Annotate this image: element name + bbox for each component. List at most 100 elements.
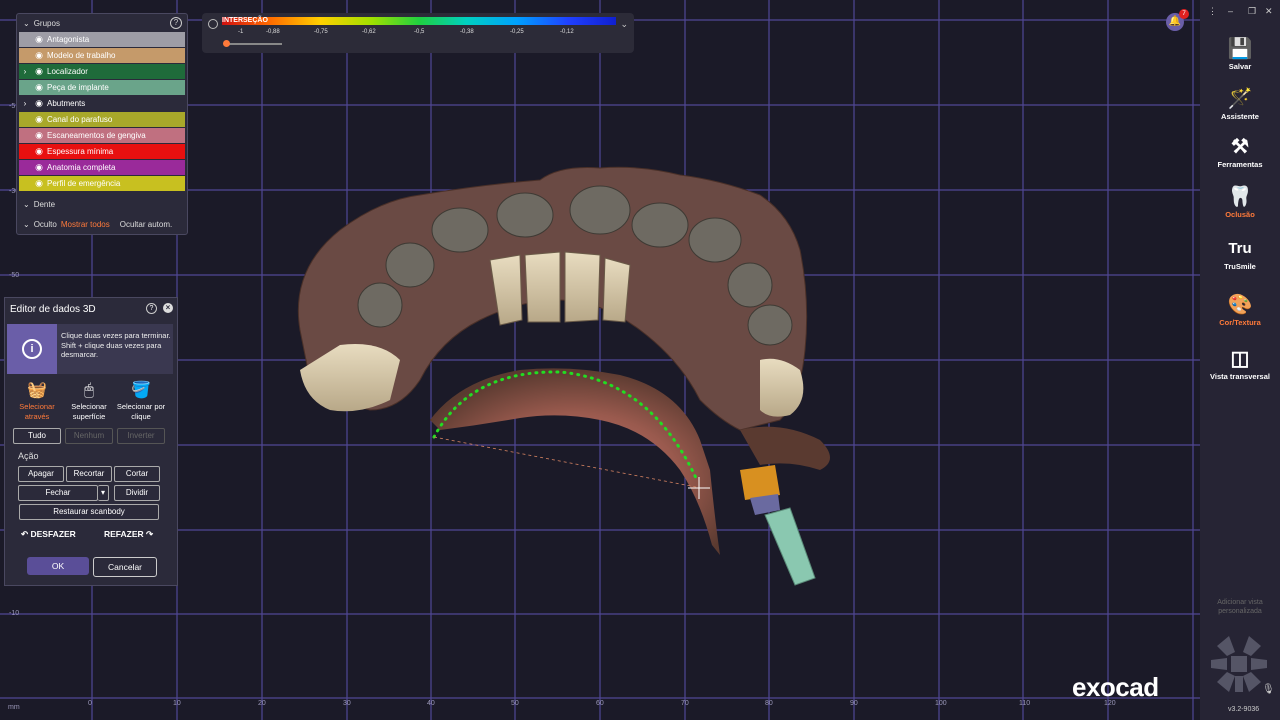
help-icon[interactable]: ? — [170, 17, 182, 29]
restore-scanbody-button[interactable]: Restaurar scanbody — [19, 504, 159, 520]
eye-icon[interactable]: ◉ — [31, 50, 47, 61]
x-axis-label: 110 — [1019, 700, 1031, 707]
auto-hide-link[interactable]: Ocultar autom. — [120, 220, 172, 229]
x-axis-label: 0 — [88, 700, 92, 707]
select-surface-button[interactable]: 🖱 Selecionar superfície — [63, 380, 115, 422]
restore-icon[interactable]: ❐ — [1248, 6, 1256, 17]
group-item[interactable]: › ◉ Abutments — [19, 96, 185, 111]
cancel-button[interactable]: Cancelar — [93, 557, 157, 577]
group-item[interactable]: ◉ Anatomia completa — [19, 160, 185, 175]
palette-icon: 🎨 — [1227, 294, 1253, 316]
group-item-label: Canal do parafuso — [47, 115, 113, 124]
select-surface-label: Selecionar superfície — [71, 402, 107, 421]
basket-icon: 🧺 — [27, 382, 47, 399]
group-item-label: Localizador — [47, 67, 88, 76]
occlusion-icon: 🦷 — [1227, 186, 1253, 208]
chevron-down-icon: ⌄ — [23, 220, 30, 229]
info-icon: i — [7, 324, 57, 374]
chevron-right-icon[interactable]: › — [19, 67, 31, 76]
redo-label: REFAZER — [104, 529, 144, 539]
minimize-icon[interactable]: – — [1228, 6, 1233, 16]
sidebar-item-label: Cor/Textura — [1219, 318, 1261, 327]
group-item[interactable]: ◉ Modelo de trabalho — [19, 48, 185, 63]
redo-button[interactable]: REFAZER ↷ — [104, 529, 153, 540]
close-holes-button[interactable]: Fechar — [18, 485, 98, 501]
eye-icon[interactable]: ◉ — [31, 66, 47, 77]
eye-icon[interactable]: ◉ — [31, 98, 47, 109]
chevron-down-icon[interactable]: ⌄ — [620, 19, 628, 30]
sidebar-item-cor-textura[interactable]: 🎨 Cor/Textura — [1200, 292, 1280, 327]
intersection-slider-handle[interactable] — [223, 40, 230, 47]
group-item-label: Peça de implante — [47, 83, 109, 92]
chevron-down-icon[interactable]: ▾ — [98, 485, 109, 501]
y-axis-label: -50 — [9, 272, 20, 279]
group-item[interactable]: ◉ Espessura mínima — [19, 144, 185, 159]
eye-icon[interactable]: ◉ — [31, 82, 47, 93]
trim-button[interactable]: Recortar — [66, 466, 112, 482]
eye-icon[interactable]: ◉ — [31, 130, 47, 141]
x-axis-label: 60 — [596, 700, 604, 707]
sidebar-item-oclus-o[interactable]: 🦷 Oclusão — [1200, 184, 1280, 219]
invert-button[interactable]: Inverter — [117, 428, 165, 444]
help-icon[interactable]: ? — [146, 303, 157, 314]
sidebar-item-assistente[interactable]: 🪄 Assistente — [1200, 86, 1280, 121]
select-all-button[interactable]: Tudo — [13, 428, 61, 444]
select-click-label: Selecionar por clique — [116, 402, 166, 421]
split-button[interactable]: Dividir — [114, 485, 160, 501]
tools-icon: ⚒ — [1231, 136, 1249, 158]
ok-button[interactable]: OK — [27, 557, 89, 575]
eye-icon[interactable]: ◉ — [31, 114, 47, 125]
colorbar-tick: -1 — [238, 29, 244, 35]
group-item[interactable]: ◉ Perfil de emergência — [19, 176, 185, 191]
undo-label: DESFAZER — [30, 529, 76, 539]
select-click-button[interactable]: 🪣 Selecionar por clique — [115, 380, 167, 422]
delete-button[interactable]: Apagar — [18, 466, 64, 482]
action-label: Ação — [18, 451, 39, 461]
oculto-label: Oculto — [33, 220, 57, 229]
group-item-label: Antagonista — [47, 35, 90, 44]
close-icon[interactable]: × — [163, 303, 173, 313]
y-axis-label: -5 — [9, 103, 16, 110]
sidebar-item-trusmile[interactable]: Tru TruSmile — [1200, 236, 1280, 271]
select-through-button[interactable]: 🧺 Selecionar através — [11, 380, 63, 422]
info-box: i Clique duas vezes para terminar. Shift… — [7, 324, 173, 374]
wand-icon: 🪄 — [1227, 88, 1253, 110]
menu-icon[interactable]: ⋮ — [1208, 6, 1217, 17]
add-custom-view[interactable]: Adicionar vista personalizada — [1200, 598, 1280, 616]
sidebar-item-ferramentas[interactable]: ⚒ Ferramentas — [1200, 134, 1280, 169]
select-none-button[interactable]: Nenhum — [65, 428, 113, 444]
save-icon: 💾 — [1227, 38, 1253, 60]
chevron-right-icon[interactable]: › — [19, 99, 31, 108]
group-dente[interactable]: ⌄ Dente — [23, 200, 55, 209]
select-through-label: Selecionar através — [19, 402, 55, 421]
group-item[interactable]: › ◉ Localizador — [19, 64, 185, 79]
groups-header[interactable]: ⌄ Grupos — [17, 14, 187, 32]
fill-click-icon: 🪣 — [131, 382, 151, 399]
sidebar-item-vista-transversal[interactable]: ◫ Vista transversal — [1200, 346, 1280, 381]
gauge-icon — [208, 19, 218, 29]
show-all-link[interactable]: Mostrar todos — [61, 220, 110, 229]
sidebar-item-salvar[interactable]: 💾 Salvar — [1200, 36, 1280, 71]
eye-icon[interactable]: ◉ — [31, 162, 47, 173]
group-item[interactable]: ◉ Canal do parafuso — [19, 112, 185, 127]
close-icon[interactable]: ✕ — [1265, 6, 1273, 17]
group-item[interactable]: ◉ Escaneamentos de gengiva — [19, 128, 185, 143]
cut-button[interactable]: Cortar — [114, 466, 160, 482]
sidebar-item-label: Oclusão — [1225, 210, 1255, 219]
axis-unit: mm — [8, 704, 20, 711]
cross-section-icon: ◫ — [1230, 348, 1250, 370]
eye-icon[interactable]: ◉ — [31, 178, 47, 189]
sidebar-item-label: TruSmile — [1224, 262, 1256, 271]
intersection-slider-track[interactable] — [226, 43, 282, 45]
undo-button[interactable]: ↶ DESFAZER — [21, 529, 76, 540]
eye-icon[interactable]: ◉ — [31, 34, 47, 45]
group-item[interactable]: ◉ Antagonista — [19, 32, 185, 47]
sidebar-item-label: Ferramentas — [1217, 160, 1263, 169]
microphone-icon[interactable]: 🎙 — [1262, 684, 1275, 695]
eye-icon[interactable]: ◉ — [31, 146, 47, 157]
x-axis-label: 80 — [765, 700, 773, 707]
x-axis-label: 10 — [173, 700, 181, 707]
colorbar-tick: -0,25 — [510, 29, 524, 35]
group-item-label: Perfil de emergência — [47, 179, 121, 188]
group-item[interactable]: ◉ Peça de implante — [19, 80, 185, 95]
